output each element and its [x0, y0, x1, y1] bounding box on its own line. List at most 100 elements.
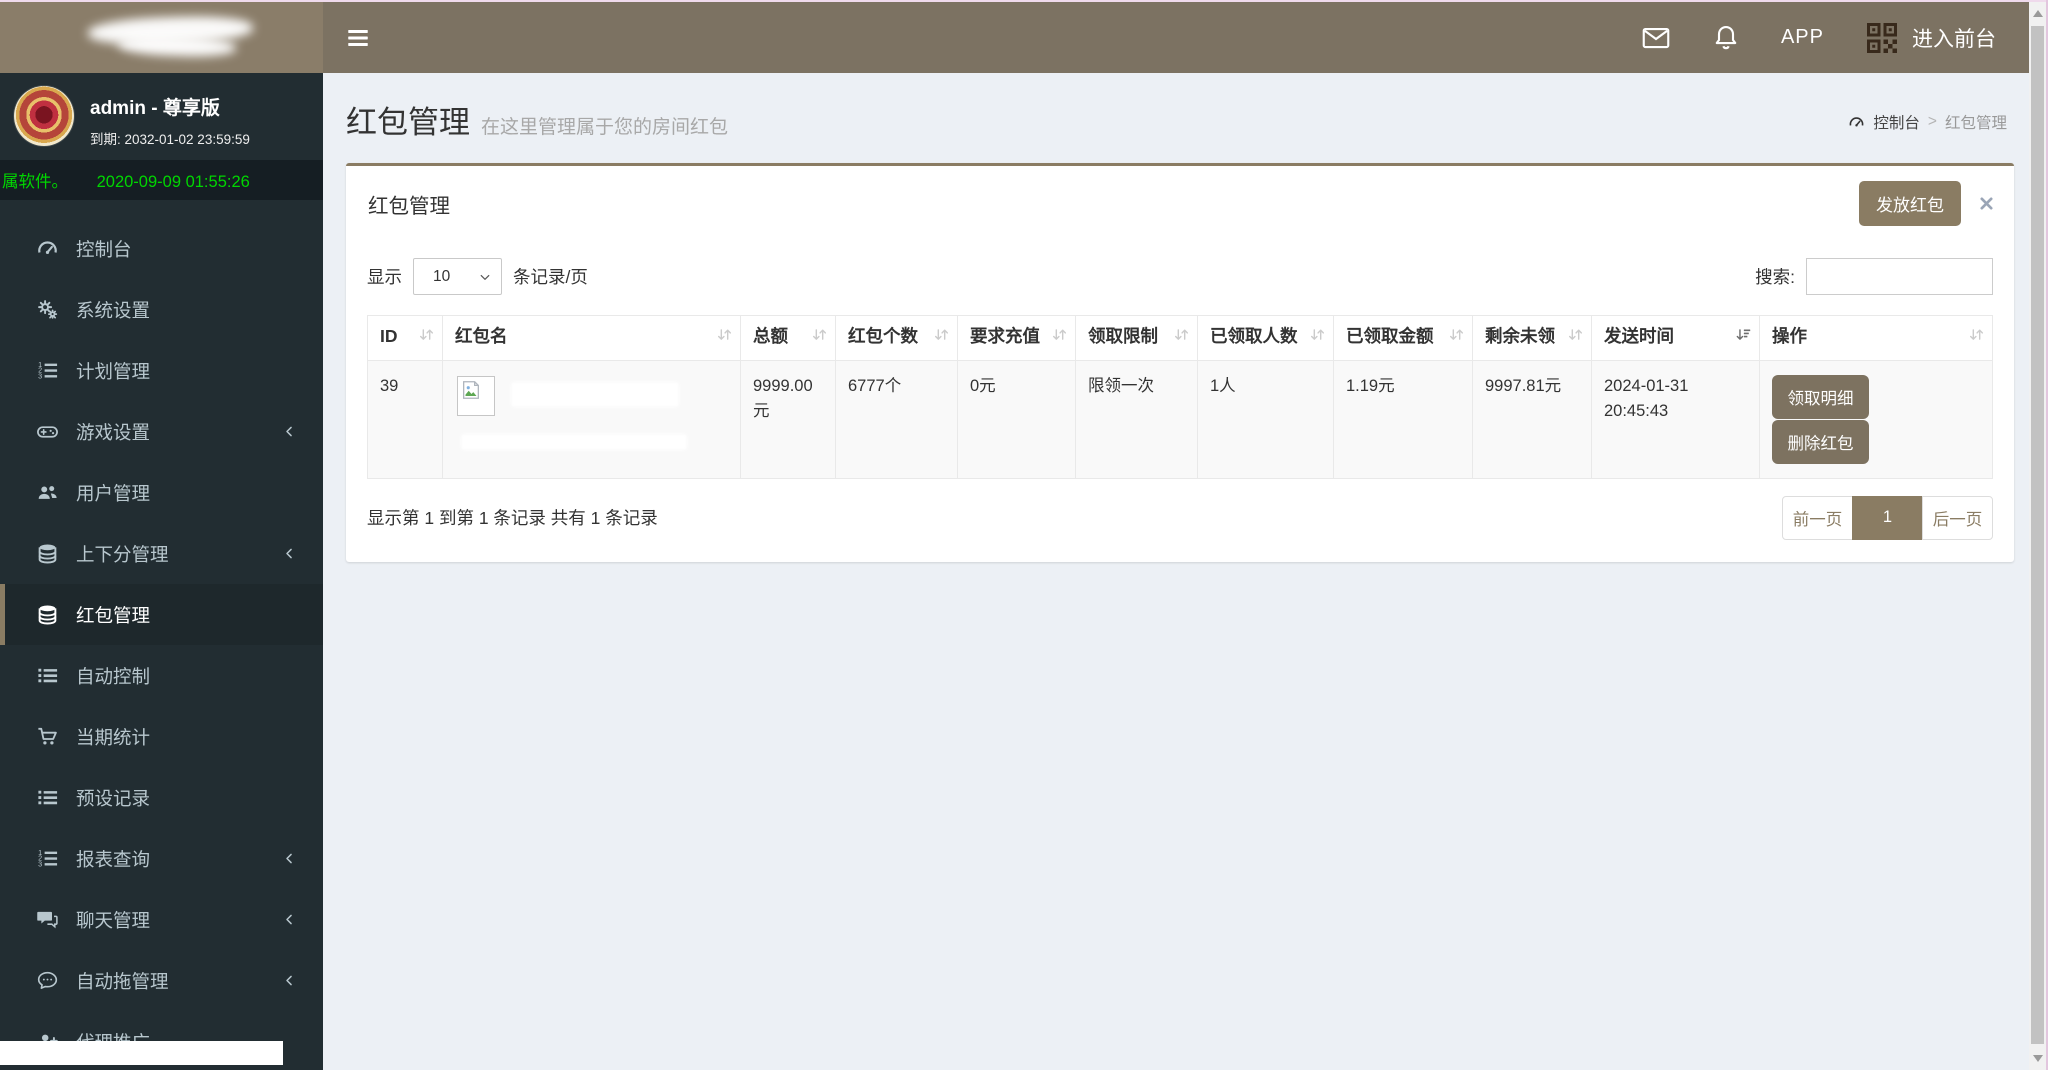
- sort-icon[interactable]: [933, 326, 950, 343]
- scroll-up-arrow[interactable]: [2029, 5, 2046, 22]
- chevron-left-icon: [282, 973, 297, 988]
- sidebar-item-chat-management[interactable]: 聊天管理: [0, 889, 323, 950]
- page-length-select[interactable]: 10: [413, 258, 502, 295]
- cell-claim-limit: 限领一次: [1075, 359, 1198, 479]
- page-length-control: 显示 10 条记录/页: [367, 258, 588, 295]
- column-label: 红包个数: [848, 326, 918, 346]
- column-header-claim-limit[interactable]: 领取限制: [1075, 315, 1198, 361]
- redacted-text: [511, 381, 679, 407]
- sidebar-item-auto-drag-management[interactable]: 自动拖管理: [0, 950, 323, 1011]
- column-header-id[interactable]: ID: [367, 315, 443, 361]
- sidebar-item-label: 上下分管理: [76, 543, 169, 565]
- page-length-suffix: 条记录/页: [513, 267, 588, 287]
- app-link[interactable]: APP: [1781, 26, 1824, 49]
- sidebar: admin - 尊享版 到期: 2032-01-02 23:59:59 属软件。…: [0, 73, 323, 1070]
- scrollbar-thumb[interactable]: [2031, 26, 2044, 1044]
- table-toolbar: 显示 10 条记录/页 搜索:: [367, 258, 1993, 295]
- delete-redpacket-button[interactable]: 删除红包: [1772, 419, 1869, 464]
- list-icon: [36, 786, 59, 809]
- sort-icon[interactable]: [1968, 326, 1985, 343]
- breadcrumb-home[interactable]: 控制台: [1873, 111, 1920, 133]
- user-name: admin - 尊享版: [90, 98, 220, 119]
- gamepad-icon: [36, 420, 59, 443]
- ordered-list-icon: [36, 847, 59, 870]
- sort-icon[interactable]: [716, 326, 733, 343]
- pagination-prev[interactable]: 前一页: [1782, 495, 1853, 540]
- gauge-icon: [36, 237, 59, 260]
- scrolling-notice: 属软件。 2020-09-09 01:55:26: [0, 160, 323, 200]
- users-icon: [36, 481, 59, 504]
- main-content: 红包管理 在这里管理属于您的房间红包 控制台 > 红包管理 红包管理 发放红包: [323, 73, 2029, 1070]
- column-header-send-time[interactable]: 发送时间: [1591, 315, 1760, 361]
- records-info: 显示第 1 到第 1 条记录 共有 1 条记录: [367, 508, 658, 529]
- sidebar-item-label: 计划管理: [76, 360, 151, 382]
- qrcode-icon: [1864, 20, 1900, 56]
- pagination-next[interactable]: 后一页: [1922, 495, 1993, 540]
- cell-total: 9999.00元: [740, 359, 836, 479]
- send-redpacket-button[interactable]: 发放红包: [1859, 181, 1961, 226]
- table-footer: 显示第 1 到第 1 条记录 共有 1 条记录 前一页 1 后一页: [367, 495, 1993, 540]
- sidebar-item-label: 系统设置: [76, 299, 151, 321]
- sidebar-item-label: 自动控制: [76, 665, 151, 687]
- column-header-claimed-users[interactable]: 已领取人数: [1197, 315, 1334, 361]
- cell-send-time: 2024-01-31 20:45:43: [1591, 359, 1760, 479]
- sort-desc-icon[interactable]: [1735, 326, 1752, 343]
- column-header-count[interactable]: 红包个数: [835, 315, 958, 361]
- sort-icon[interactable]: [1309, 326, 1326, 343]
- claim-detail-button[interactable]: 领取明细: [1772, 374, 1869, 419]
- sort-icon[interactable]: [1051, 326, 1068, 343]
- sort-icon[interactable]: [811, 326, 828, 343]
- breadcrumb: 控制台 > 红包管理: [1848, 111, 2007, 133]
- sidebar-item-system-settings[interactable]: 系统设置: [0, 279, 323, 340]
- close-icon[interactable]: [1978, 195, 1995, 212]
- page-title: 红包管理: [346, 105, 470, 140]
- bell-icon[interactable]: [1711, 23, 1741, 53]
- page-length-value: 10: [433, 267, 451, 285]
- sidebar-item-redpacket-management[interactable]: 红包管理: [0, 584, 323, 645]
- enter-front-link[interactable]: 进入前台: [1864, 20, 1996, 56]
- column-header-actions[interactable]: 操作: [1759, 315, 1993, 361]
- chevron-down-icon: [478, 270, 492, 284]
- pagination-page-1[interactable]: 1: [1852, 495, 1923, 540]
- scroll-down-arrow[interactable]: [2029, 1050, 2046, 1067]
- pagination: 前一页 1 后一页: [1782, 495, 1993, 540]
- redpacket-panel: 红包管理 发放红包 显示 10 条记录/页 搜索: ID 红包名 总额 红包个数…: [346, 163, 2014, 562]
- sort-icon[interactable]: [418, 326, 435, 343]
- column-header-name[interactable]: 红包名: [442, 315, 741, 361]
- sidebar-item-label: 红包管理: [76, 604, 151, 626]
- sidebar-item-label: 自动拖管理: [76, 970, 169, 992]
- panel-header: 红包管理 发放红包: [346, 166, 2014, 238]
- cell-actions: 领取明细 删除红包: [1759, 359, 1993, 479]
- column-label: 红包名: [455, 326, 508, 346]
- sidebar-item-user-management[interactable]: 用户管理: [0, 462, 323, 523]
- sidebar-item-preset-records[interactable]: 预设记录: [0, 767, 323, 828]
- envelope-icon[interactable]: [1641, 23, 1671, 53]
- chevron-left-icon: [282, 424, 297, 439]
- column-header-remaining[interactable]: 剩余未领: [1472, 315, 1592, 361]
- column-header-claimed-amount[interactable]: 已领取金额: [1333, 315, 1473, 361]
- sidebar-item-label: 报表查询: [76, 848, 151, 870]
- menu-toggle-icon[interactable]: [345, 25, 371, 51]
- column-header-required-recharge[interactable]: 要求充值: [957, 315, 1076, 361]
- sidebar-item-current-stats[interactable]: 当期统计: [0, 706, 323, 767]
- column-header-total[interactable]: 总额: [740, 315, 836, 361]
- redacted-text: [461, 433, 687, 450]
- sort-icon[interactable]: [1567, 326, 1584, 343]
- sidebar-item-console[interactable]: 控制台: [0, 218, 323, 279]
- search-input[interactable]: [1806, 258, 1993, 295]
- vertical-scrollbar[interactable]: [2029, 2, 2046, 1070]
- brand-logo[interactable]: [0, 2, 323, 73]
- redpacket-table: ID 红包名 总额 红包个数 要求充值 领取限制 已领取人数 已领取金额 剩余未…: [367, 315, 1993, 479]
- sidebar-item-label: 当期统计: [76, 726, 151, 748]
- column-label: 发送时间: [1604, 326, 1674, 346]
- sidebar-item-points-management[interactable]: 上下分管理: [0, 523, 323, 584]
- gauge-icon: [1848, 114, 1865, 131]
- sidebar-item-plan-management[interactable]: 计划管理: [0, 340, 323, 401]
- list-icon: [36, 664, 59, 687]
- sort-icon[interactable]: [1173, 326, 1190, 343]
- sort-icon[interactable]: [1448, 326, 1465, 343]
- sidebar-item-auto-control[interactable]: 自动控制: [0, 645, 323, 706]
- sidebar-item-game-settings[interactable]: 游戏设置: [0, 401, 323, 462]
- sidebar-item-report-query[interactable]: 报表查询: [0, 828, 323, 889]
- avatar[interactable]: [14, 86, 74, 146]
